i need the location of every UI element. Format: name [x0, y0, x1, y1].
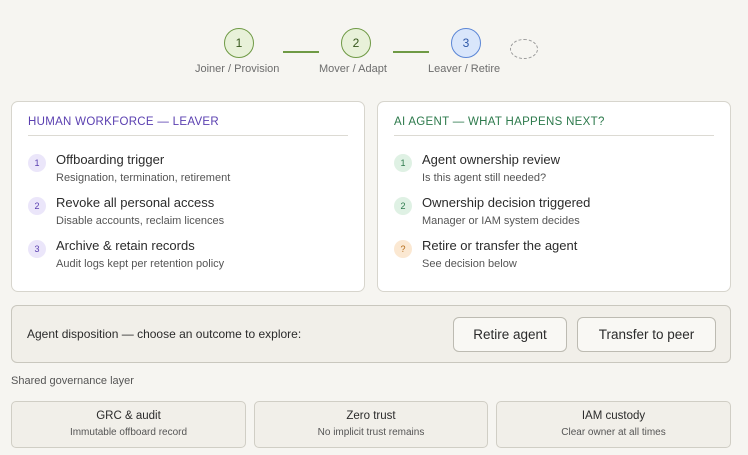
agent-disposition-panel: Agent disposition — choose an outcome to… [11, 305, 731, 363]
ai-agent-card: AI AGENT — WHAT HAPPENS NEXT? 1 Agent ow… [377, 101, 731, 292]
human-workforce-card: HUMAN WORKFORCE — LEAVER 1 Offboarding t… [11, 101, 365, 292]
step-connector-1 [283, 51, 319, 53]
lifecycle-stepper: 1 2 3 Joiner / Provision Mover / Adapt L… [0, 0, 748, 90]
governance-layer-label: Shared governance layer [11, 375, 134, 387]
ai-item-3: ? Retire or transfer the agent See decis… [394, 238, 720, 278]
step-badge: 2 [28, 197, 46, 215]
item-description: See decision below [422, 258, 517, 270]
item-description: Resignation, termination, retirement [56, 172, 231, 184]
governance-box-description: Immutable offboard record [69, 427, 188, 438]
item-title: Revoke all personal access [56, 195, 215, 210]
step-1-label: Joiner / Provision [195, 63, 280, 75]
step-badge: 3 [28, 240, 46, 258]
step-3-circle[interactable]: 3 [451, 28, 481, 58]
step-2-circle[interactable]: 2 [341, 28, 371, 58]
step-badge: 2 [394, 197, 412, 215]
human-item-2: 2 Revoke all personal access Disable acc… [28, 195, 354, 235]
transfer-to-peer-button[interactable]: Transfer to peer [577, 317, 716, 352]
item-title: Archive & retain records [56, 238, 195, 253]
step-1-circle[interactable]: 1 [224, 28, 254, 58]
retire-agent-button[interactable]: Retire agent [453, 317, 567, 352]
ai-item-1: 1 Agent ownership review Is this agent s… [394, 152, 720, 192]
step-2-label: Mover / Adapt [319, 63, 387, 75]
item-title: Offboarding trigger [56, 152, 165, 167]
step-connector-2 [393, 51, 429, 53]
governance-box-title: IAM custody [581, 410, 646, 422]
human-item-3: 3 Archive & retain records Audit logs ke… [28, 238, 354, 278]
item-description: Audit logs kept per retention policy [56, 258, 225, 270]
item-description: Manager or IAM system decides [422, 215, 580, 227]
step-badge: 1 [28, 154, 46, 172]
governance-box-iam: IAM custody Clear owner at all times [496, 401, 731, 448]
human-item-1: 1 Offboarding trigger Resignation, termi… [28, 152, 354, 192]
disposition-prompt: Agent disposition — choose an outcome to… [27, 327, 302, 341]
item-title: Ownership decision triggered [422, 195, 591, 210]
step-3-label: Leaver / Retire [428, 63, 501, 75]
question-badge: ? [394, 240, 412, 258]
item-description: Is this agent still needed? [422, 172, 547, 184]
governance-box-title: Zero trust [346, 410, 396, 422]
ai-item-2: 2 Ownership decision triggered Manager o… [394, 195, 720, 235]
ai-card-title: AI AGENT — WHAT HAPPENS NEXT? [394, 116, 714, 136]
governance-box-description: No implicit trust remains [317, 427, 425, 438]
item-title: Agent ownership review [422, 152, 561, 167]
human-card-title: HUMAN WORKFORCE — LEAVER [28, 116, 348, 136]
governance-box-description: Clear owner at all times [561, 427, 666, 438]
governance-box-title: GRC & audit [96, 410, 161, 422]
item-title: Retire or transfer the agent [422, 238, 578, 253]
loading-spinner-icon [510, 39, 538, 59]
governance-box-grc: GRC & audit Immutable offboard record [11, 401, 246, 448]
item-description: Disable accounts, reclaim licences [56, 215, 225, 227]
step-badge: 1 [394, 154, 412, 172]
governance-box-zero-trust: Zero trust No implicit trust remains [254, 401, 488, 448]
